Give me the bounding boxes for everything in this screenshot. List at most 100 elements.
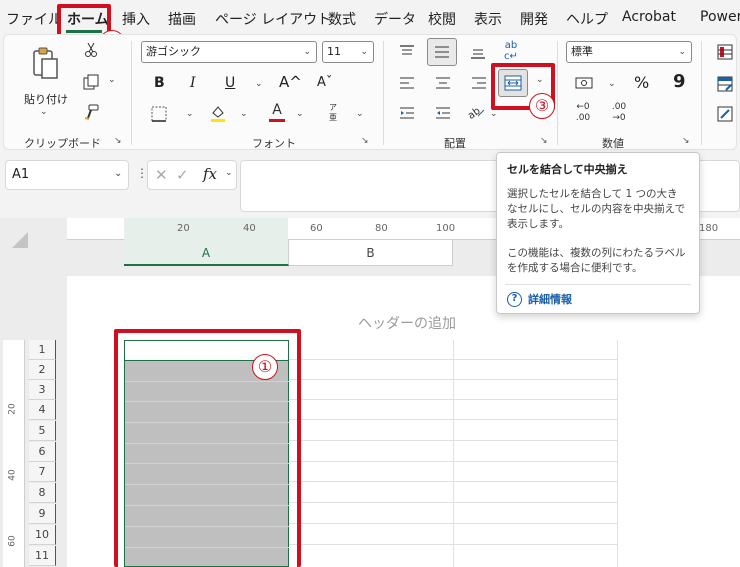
- name-box[interactable]: A1 ⌄: [5, 160, 129, 190]
- select-all-corner[interactable]: [10, 230, 32, 252]
- tab-draw[interactable]: 描画: [168, 9, 196, 29]
- cell-styles-icon[interactable]: [716, 105, 734, 123]
- tooltip-description: 選択したセルを結合して 1 つの大き なセルにし、セルの内容を中央揃えで 表示し…: [507, 187, 689, 276]
- shrink-font-button[interactable]: Aˇ: [317, 75, 332, 90]
- clipboard-launcher-icon[interactable]: ↘: [114, 136, 122, 146]
- tab-help[interactable]: ヘルプ: [566, 9, 608, 29]
- font-color-swatch: [269, 118, 285, 122]
- conditional-format-icon[interactable]: [716, 43, 734, 61]
- orientation-dropdown-icon[interactable]: ⌄: [490, 109, 498, 119]
- wrap-text-icon[interactable]: ab c↵: [501, 39, 521, 63]
- cancel-icon[interactable]: ✕: [155, 166, 168, 184]
- row-header[interactable]: 10: [29, 525, 56, 545]
- row-header[interactable]: 4: [29, 400, 56, 420]
- tab-review[interactable]: 校閲: [428, 9, 456, 29]
- group-divider: [701, 41, 702, 145]
- fill-color-dropdown-icon[interactable]: ⌄: [240, 109, 248, 119]
- more-info-link[interactable]: ? 詳細情報: [507, 291, 572, 307]
- borders-icon[interactable]: [150, 105, 168, 123]
- insert-function-icon[interactable]: fx: [203, 165, 217, 183]
- bold-button[interactable]: B: [154, 75, 165, 91]
- row-header[interactable]: 9: [29, 504, 56, 524]
- wrap-top: ab: [504, 40, 518, 51]
- decrease-decimal-icon[interactable]: .00 →0: [608, 101, 630, 125]
- merge-center-tooltip: セルを結合して中央揃え 選択したセルを結合して 1 つの大き なセルにし、セルの…: [496, 152, 700, 314]
- number-launcher-icon[interactable]: ↘: [682, 136, 690, 146]
- tab-power[interactable]: Power: [700, 9, 740, 25]
- callout-3: ③: [529, 93, 555, 119]
- add-header-placeholder[interactable]: ヘッダーの追加: [358, 313, 456, 333]
- tooltip-line: この機能は、複数の列にわたるラベル: [507, 247, 686, 259]
- align-left-icon[interactable]: [398, 75, 416, 91]
- column-header-b[interactable]: B: [289, 240, 453, 266]
- paste-dropdown-icon[interactable]: ⌄: [40, 107, 48, 117]
- row-header[interactable]: 8: [29, 483, 56, 503]
- row-header[interactable]: 11: [29, 546, 56, 566]
- phonetic-dropdown-icon[interactable]: ⌄: [356, 109, 364, 119]
- tooltip-line: 選択したセルを結合して 1 つの大き: [507, 188, 678, 200]
- align-right-icon[interactable]: [470, 75, 488, 91]
- row-header[interactable]: 6: [29, 442, 56, 462]
- underline-button[interactable]: U: [225, 75, 235, 91]
- accounting-dropdown-icon[interactable]: ⌄: [608, 79, 616, 89]
- wrap-bottom: c↵: [504, 51, 518, 62]
- comma-style-button[interactable]: 9: [673, 71, 686, 92]
- align-top-icon[interactable]: [398, 43, 416, 59]
- decrease-indent-icon[interactable]: [398, 105, 416, 121]
- paste-icon[interactable]: [29, 43, 63, 83]
- inc-decimal-top: ←0: [576, 102, 590, 112]
- accounting-format-icon[interactable]: [574, 75, 594, 91]
- tab-view[interactable]: 表示: [474, 9, 502, 29]
- tab-developer[interactable]: 開発: [520, 9, 548, 29]
- cut-icon[interactable]: [82, 41, 100, 59]
- borders-dropdown-icon[interactable]: ⌄: [186, 109, 194, 119]
- font-color-dropdown-icon[interactable]: ⌄: [296, 109, 304, 119]
- fill-color-icon[interactable]: [208, 103, 228, 123]
- grow-font-button[interactable]: A^: [279, 73, 302, 91]
- help-icon: ?: [507, 291, 522, 307]
- increase-indent-icon[interactable]: [434, 105, 452, 121]
- chevron-down-icon: ⌄: [225, 168, 233, 178]
- number-format-select[interactable]: 標準 ⌄: [566, 41, 692, 63]
- tab-formulas[interactable]: 数式: [328, 9, 356, 29]
- column-header-a[interactable]: A: [124, 240, 289, 266]
- orientation-icon[interactable]: ab: [466, 103, 486, 121]
- align-center-icon[interactable]: [434, 75, 452, 91]
- font-name-select[interactable]: 游ゴシック ⌄: [141, 41, 317, 63]
- table-row: [289, 421, 618, 441]
- copy-icon[interactable]: [82, 73, 100, 91]
- tab-data[interactable]: データ: [374, 9, 416, 29]
- italic-button[interactable]: I: [190, 75, 196, 91]
- percent-button[interactable]: %: [634, 73, 649, 92]
- row-header[interactable]: 1: [29, 340, 56, 360]
- tab-acrobat[interactable]: Acrobat: [622, 9, 676, 25]
- tab-file[interactable]: ファイル: [6, 9, 62, 29]
- tab-page-layout[interactable]: ページ レイアウト: [215, 9, 331, 29]
- row-header[interactable]: 3: [29, 380, 56, 400]
- table-row: [289, 504, 618, 524]
- ribbon-tab-bar: ファイル ホーム 挿入 描画 ページ レイアウト 数式 データ 校閲 表示 開発…: [0, 0, 740, 34]
- underline-dropdown-icon[interactable]: ⌄: [255, 79, 263, 89]
- alignment-group-label: 配置: [444, 137, 466, 150]
- copy-dropdown-icon[interactable]: ⌄: [108, 75, 116, 85]
- align-bottom-icon[interactable]: [469, 45, 487, 61]
- phonetic-guide-icon[interactable]: ア 亜: [326, 101, 340, 125]
- row-header[interactable]: 5: [29, 421, 56, 441]
- font-launcher-icon[interactable]: ↘: [361, 136, 369, 146]
- paste-label[interactable]: 貼り付け: [24, 91, 68, 107]
- alignment-launcher-icon[interactable]: ↘: [540, 136, 548, 146]
- ruler-tick-label: 80: [375, 223, 388, 234]
- font-color-icon[interactable]: A: [268, 101, 286, 123]
- row-header[interactable]: 7: [29, 462, 56, 482]
- format-as-table-icon[interactable]: [716, 75, 734, 93]
- format-painter-icon[interactable]: [82, 103, 100, 121]
- increase-decimal-icon[interactable]: ←0 .00: [572, 101, 594, 125]
- font-size-select[interactable]: 11 ⌄: [322, 41, 374, 63]
- number-format-value: 標準: [571, 45, 593, 58]
- group-divider: [383, 41, 384, 145]
- tooltip-divider: [505, 284, 691, 285]
- row-header[interactable]: 2: [29, 360, 56, 380]
- enter-icon[interactable]: ✓: [176, 166, 189, 184]
- tab-insert[interactable]: 挿入: [122, 9, 150, 29]
- align-middle-button[interactable]: [427, 38, 457, 66]
